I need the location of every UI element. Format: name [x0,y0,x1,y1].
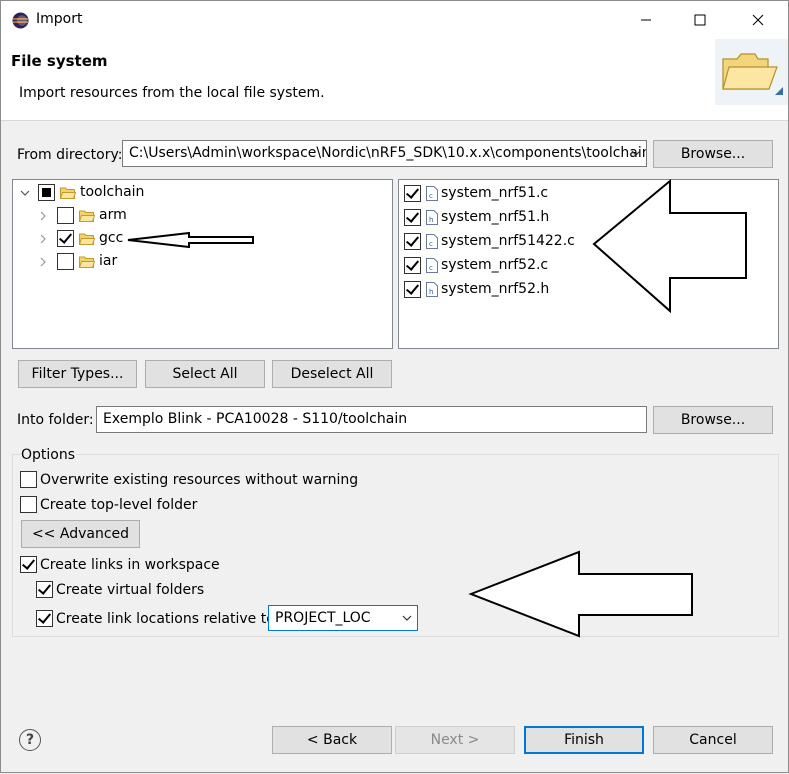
annotation-overlay [127,178,747,638]
import-dialog: Import File system Import resources from… [0,0,789,773]
annotation-arrow [127,231,254,249]
annotation-arrow [592,178,747,314]
annotation-arrow [468,550,693,638]
